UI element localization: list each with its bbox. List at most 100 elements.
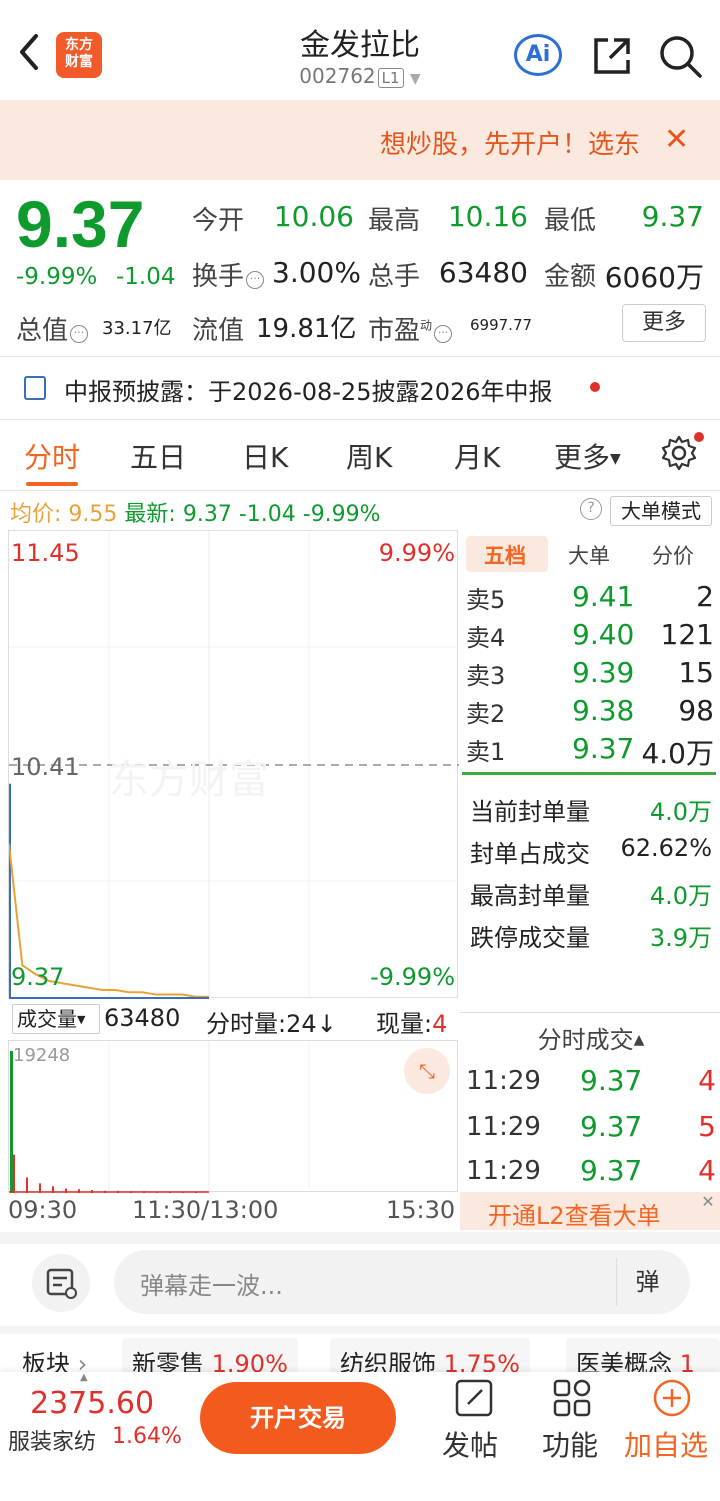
tick-vol: 5 [698, 1110, 716, 1143]
more-dots-icon: ··· [70, 325, 89, 343]
divider [0, 490, 720, 491]
open-account-trade-button[interactable]: 开户交易 [200, 1382, 396, 1454]
back-arrow-icon[interactable] [14, 30, 44, 74]
sector-index-value[interactable]: 2375.60 [30, 1386, 154, 1421]
ask3-label: 卖3 [466, 662, 506, 690]
intraday-chart[interactable]: 东方财富 11.45 9.99% 10.41 9.37 -9.99% [8, 530, 459, 999]
volume-chart-svg [9, 1041, 310, 1193]
danmu-toggle-button[interactable]: 弹 [616, 1258, 678, 1306]
volume-chart[interactable]: 19248 [8, 1040, 458, 1193]
app-logo[interactable]: 东方 财富 [56, 32, 102, 78]
ask1-vol: 4.0万 [641, 737, 714, 770]
more-fields-button[interactable]: 更多 [622, 304, 706, 342]
report-notice-text: 中报预披露：于2026-08-25披露2026年中报 [64, 378, 553, 406]
tab-monthly-k[interactable]: 月K [454, 436, 500, 476]
tab-intraday[interactable]: 分时 [24, 436, 80, 476]
minute-volume: 分时量:24↓ [206, 1010, 337, 1038]
volume-max-label: 19248 [13, 1045, 71, 1066]
logo-text-1: 东方 [65, 37, 93, 53]
latest-percent: -9.99% [302, 502, 381, 527]
latest-label: 最新: [124, 502, 176, 527]
pe-superscript: 动 [420, 318, 433, 333]
ai-assistant-button[interactable]: Ai [514, 34, 562, 76]
level-badge: L1 [377, 68, 404, 88]
close-icon[interactable]: ✕ [698, 1192, 718, 1212]
divider [0, 419, 720, 420]
functions-grid-icon[interactable] [552, 1378, 592, 1418]
share-icon[interactable] [590, 34, 634, 78]
tab-more[interactable]: 更多▼ [554, 436, 621, 476]
tab-five-levels[interactable]: 五档 [484, 540, 526, 570]
latest-change: -1.04 [238, 502, 296, 527]
avg-label: 均价: [10, 502, 62, 527]
volume-label: 总手 [368, 262, 421, 292]
section-separator [0, 1326, 720, 1334]
ask5-label: 卖5 [466, 586, 506, 614]
seal-value: 4.0万 [649, 798, 712, 826]
unread-dot [590, 382, 600, 392]
current-price: 9.37 [16, 187, 145, 261]
promo-banner[interactable]: 想炒股，先开户！选东 [0, 100, 720, 180]
caret-down-icon: ▼ [77, 1013, 86, 1026]
expand-icon[interactable]: ⤡ [404, 1048, 450, 1094]
tick-time: 11:29 [466, 1112, 541, 1142]
turnover-label-text: 换手 [192, 262, 245, 292]
ask3-vol: 15 [678, 656, 714, 689]
settings-gear-icon[interactable] [660, 434, 698, 472]
post-edit-icon[interactable] [454, 1378, 494, 1418]
latest-value: 9.37 [182, 502, 232, 527]
tick-trades-title[interactable]: 分时成交▲ [462, 1020, 720, 1055]
stock-code-row[interactable]: 002762 L1 ▼ [200, 64, 520, 88]
close-icon[interactable]: ✕ [664, 122, 689, 157]
seal-label: 跌停成交量 [470, 924, 590, 952]
tab-big-orders[interactable]: 大单 [568, 540, 610, 570]
chart-top-pct: 9.99% [378, 539, 455, 567]
avg-price-row: 均价: 9.55 最新: 9.37 -1.04 -9.99% [10, 496, 381, 528]
change-percent: -9.99% [16, 264, 98, 290]
tab-5day[interactable]: 五日 [130, 436, 186, 476]
volume-bar [13, 1154, 15, 1193]
more-dots-icon: ··· [246, 271, 265, 289]
seal-value: 62.62% [620, 834, 712, 862]
tab-price-distribution[interactable]: 分价 [652, 540, 694, 570]
amount-label: 金额 [544, 262, 597, 292]
volume-bar [10, 1051, 13, 1193]
tick-time: 11:29 [466, 1156, 541, 1186]
search-icon[interactable] [656, 32, 704, 80]
logo-text-2: 财富 [65, 54, 93, 70]
mktcap-label-text: 总值 [16, 316, 69, 346]
functions-button-label[interactable]: 功能 [542, 1424, 598, 1464]
volume-indicator-select[interactable]: 成交量▼ [12, 1004, 100, 1034]
post-button-label[interactable]: 发帖 [442, 1424, 498, 1464]
danmu-settings-icon[interactable] [32, 1254, 90, 1312]
sector-index-pct: 1.64% [112, 1424, 182, 1449]
tick-price: 9.37 [580, 1064, 643, 1097]
tab-daily-k[interactable]: 日K [242, 436, 288, 476]
time-axis-mid: 11:30/13:00 [132, 1196, 279, 1224]
ask4-price: 9.40 [572, 618, 635, 651]
chart-bottom-price: 9.37 [11, 963, 65, 991]
volume-total: 63480 [104, 1004, 181, 1032]
float-value: 19.81亿 [256, 314, 357, 344]
add-watchlist-label[interactable]: 加自选 [624, 1424, 708, 1464]
tick-vol: 4 [698, 1154, 716, 1187]
mktcap-label[interactable]: 总值 ··· [16, 310, 89, 347]
current-volume: 现量:4 [376, 1004, 447, 1039]
danmu-placeholder: 弹幕走一波... [140, 1272, 283, 1300]
pe-label[interactable]: 市盈动··· [368, 310, 453, 347]
stock-code: 002762 [299, 64, 376, 88]
help-icon[interactable]: ? [580, 498, 602, 520]
stock-name: 金发拉比 [300, 28, 420, 63]
add-watchlist-icon[interactable] [652, 1378, 692, 1418]
caret-up-icon: ▲ [80, 1372, 88, 1383]
big-order-mode-button[interactable]: 大单模式 [610, 496, 712, 526]
seal-label: 最高封单量 [470, 882, 590, 910]
tab-weekly-k[interactable]: 周K [346, 436, 392, 476]
tick-price: 9.37 [580, 1154, 643, 1187]
current-volume-value: 4 [432, 1010, 448, 1038]
caret-up-icon: ▲ [633, 1032, 645, 1048]
ask1-label: 卖1 [466, 738, 506, 766]
caret-down-icon: ▼ [610, 451, 621, 467]
turnover-value: 3.00% [272, 256, 361, 289]
turnover-label[interactable]: 换手 ··· [192, 256, 265, 293]
